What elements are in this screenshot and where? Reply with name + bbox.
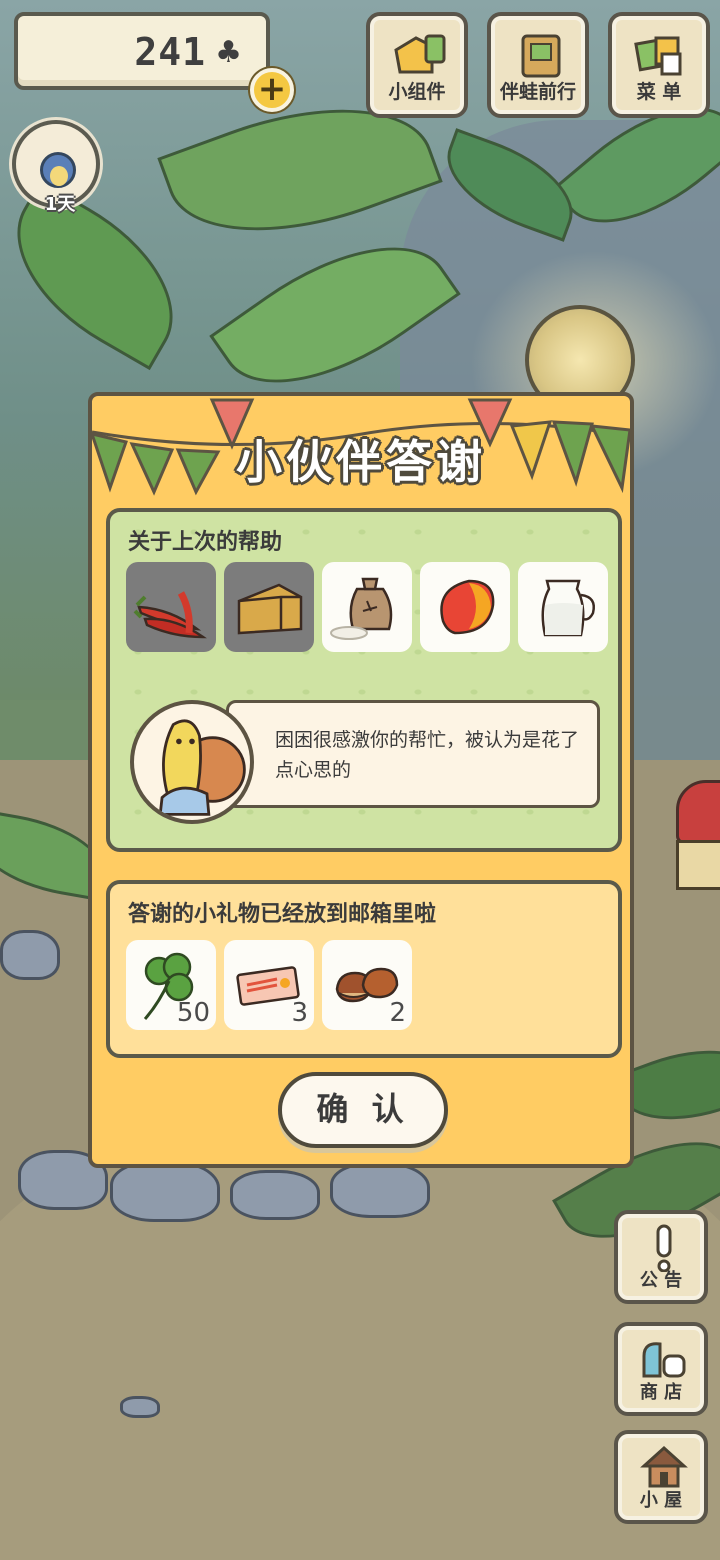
clover-count: 241 [134, 30, 206, 74]
days-counter: 1天 [44, 194, 76, 215]
exclamation-icon [656, 1224, 672, 1272]
milk-jug-icon [541, 579, 595, 637]
stone [110, 1160, 220, 1222]
add-clover-button[interactable]: + [250, 68, 294, 112]
gift-heading: 答谢的小礼物已经放到邮箱里啦 [128, 902, 437, 927]
rice-sack-icon [330, 577, 393, 640]
shop-bag-icon [642, 1342, 686, 1378]
help-items [126, 562, 608, 652]
friend-portrait [130, 700, 254, 824]
stone [330, 1162, 430, 1218]
menu-label: 菜 单 [636, 81, 682, 103]
mailbox[interactable] [676, 780, 720, 844]
gift-panel: 答谢的小礼物已经放到邮箱里啦 50 3 2 [106, 880, 622, 1058]
clover-icon: ♣ [215, 35, 242, 70]
stone [120, 1396, 160, 1418]
shop-label: 商 店 [639, 1382, 683, 1403]
stone [0, 930, 60, 980]
house-icon [640, 1445, 688, 1488]
gift-slot[interactable]: 50 [126, 940, 216, 1030]
gift-quantity: 3 [291, 998, 308, 1028]
friend-thanks-dialog: 小伙伴答谢 关于上次的帮助 困困很感激你的帮忙，被认为是花了点心思的 答谢的小礼… [88, 392, 634, 1168]
journey-book-icon [521, 34, 561, 78]
gift-quantity: 2 [389, 998, 406, 1028]
mango-icon [440, 579, 495, 635]
journey-button[interactable]: 伴蛙前行 [487, 12, 589, 118]
item-slot[interactable] [322, 562, 412, 652]
friend-message: 困困很感激你的帮忙，被认为是花了点心思的 [130, 700, 600, 824]
menu-cards-icon [634, 36, 682, 76]
confirm-button[interactable]: 确 认 [278, 1072, 448, 1148]
mailbox-post [676, 840, 720, 890]
gift-slot[interactable]: 2 [322, 940, 412, 1030]
message-bubble: 困困很感激你的帮忙，被认为是花了点心思的 [226, 700, 600, 808]
gift-quantity: 50 [176, 998, 210, 1028]
egg-icon [50, 166, 68, 186]
widget-button[interactable]: 小组件 [366, 12, 468, 118]
house-button[interactable]: 小 屋 [614, 1430, 708, 1524]
item-slot[interactable] [518, 562, 608, 652]
pepper-icon [133, 591, 207, 639]
widget-icon [394, 34, 446, 74]
widget-label: 小组件 [388, 81, 446, 103]
help-panel: 关于上次的帮助 困困很感激你的帮忙，被认为是花了点心思的 [106, 508, 622, 852]
dialog-title: 小伙伴答谢 [236, 435, 486, 489]
item-slot[interactable] [420, 562, 510, 652]
clover-counter: 241 ♣ [14, 12, 270, 90]
help-heading: 关于上次的帮助 [128, 530, 283, 555]
notice-label: 公 告 [639, 1270, 683, 1291]
journey-label: 伴蛙前行 [499, 81, 576, 103]
gift-items: 50 3 2 [126, 940, 412, 1030]
message-text: 困困很感激你的帮忙，被认为是花了点心思的 [275, 729, 580, 781]
notice-button[interactable]: 公 告 [614, 1210, 708, 1304]
snail-friend-icon [158, 719, 246, 816]
shop-button[interactable]: 商 店 [614, 1322, 708, 1416]
stone [230, 1170, 320, 1220]
house-label: 小 屋 [639, 1490, 683, 1511]
item-slot[interactable] [224, 562, 314, 652]
item-slot[interactable] [126, 562, 216, 652]
cheese-icon [237, 583, 303, 635]
gift-slot[interactable]: 3 [224, 940, 314, 1030]
menu-button[interactable]: 菜 单 [608, 12, 710, 118]
